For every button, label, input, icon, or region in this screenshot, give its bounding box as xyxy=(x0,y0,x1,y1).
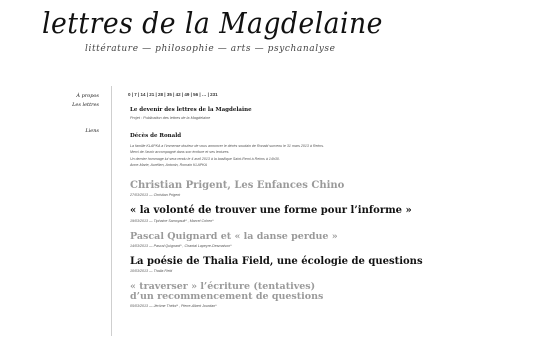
post-meta: 10/03/2013 — Thalia Field xyxy=(130,269,173,274)
post-item: Christian Prigent, Les Enfances Chino 27… xyxy=(130,180,540,198)
sidebar-nav: À propos Les lettres Liens xyxy=(72,93,99,134)
announcement-title[interactable]: Décès de Ronald xyxy=(130,133,540,140)
sidebar-divider xyxy=(111,86,112,336)
site-title[interactable]: lettres de la Magdelaine xyxy=(42,6,383,40)
post-meta: 19/03/2013 — Tiphaine Samoyault* , Marce… xyxy=(130,218,214,223)
announcement-line: Un dernier hommage lui sera rendu le 4 a… xyxy=(130,156,280,161)
post-item: « traverser » l’écriture (tentatives) d’… xyxy=(130,282,540,308)
announcement-section: Décès de Ronald La famille KLAPKA a l’im… xyxy=(130,133,540,168)
post-meta: 05/03/2013 — Jérôme Thélot* , Pierre-Alb… xyxy=(130,304,217,309)
announcement-line: Merci de l’avoir accompagné dans son écr… xyxy=(130,150,230,155)
post-title-continuation[interactable]: d’un recommencement de questions xyxy=(130,292,540,302)
announcement-line: La famille KLAPKA a l’immense douleur de… xyxy=(130,143,325,148)
intro-subtitle: Projet : Publication des lettres de la M… xyxy=(130,116,211,120)
nav-item-a-propos[interactable]: À propos xyxy=(72,93,99,99)
post-meta: 14/03/2013 — Pascal Quignard* , Chantal … xyxy=(130,243,232,248)
site-tagline: littérature — philosophie — arts — psych… xyxy=(85,44,336,54)
post-item: La poésie de Thalia Field, une écologie … xyxy=(130,256,540,274)
nav-item-liens[interactable]: Liens xyxy=(72,128,99,134)
post-item: « la volonté de trouver une forme pour l… xyxy=(130,206,540,223)
post-meta: 27/03/2013 — Christian Prigent xyxy=(130,193,181,198)
post-title-link[interactable]: Christian Prigent, Les Enfances Chino xyxy=(130,180,540,192)
post-title-link[interactable]: Pascal Quignard et « la danse perdue » xyxy=(130,231,540,242)
pagination[interactable]: 0 | 7 | 14 | 21 | 28 | 35 | 42 | 49 | 56… xyxy=(128,92,218,97)
post-title-link[interactable]: « la volonté de trouver une forme pour l… xyxy=(130,206,540,217)
nav-item-les-lettres[interactable]: Les lettres xyxy=(72,102,99,108)
announcement-line: Anne-Marie, Aurélien, Antonin, Romain KL… xyxy=(130,163,208,168)
intro-section: Le devenir des lettres de la Magdelaine … xyxy=(130,107,540,120)
main-content: Le devenir des lettres de la Magdelaine … xyxy=(130,107,540,308)
intro-title[interactable]: Le devenir des lettres de la Magdelaine xyxy=(130,107,540,113)
post-title-link[interactable]: La poésie de Thalia Field, une écologie … xyxy=(130,256,540,268)
post-item: Pascal Quignard et « la danse perdue » 1… xyxy=(130,231,540,248)
